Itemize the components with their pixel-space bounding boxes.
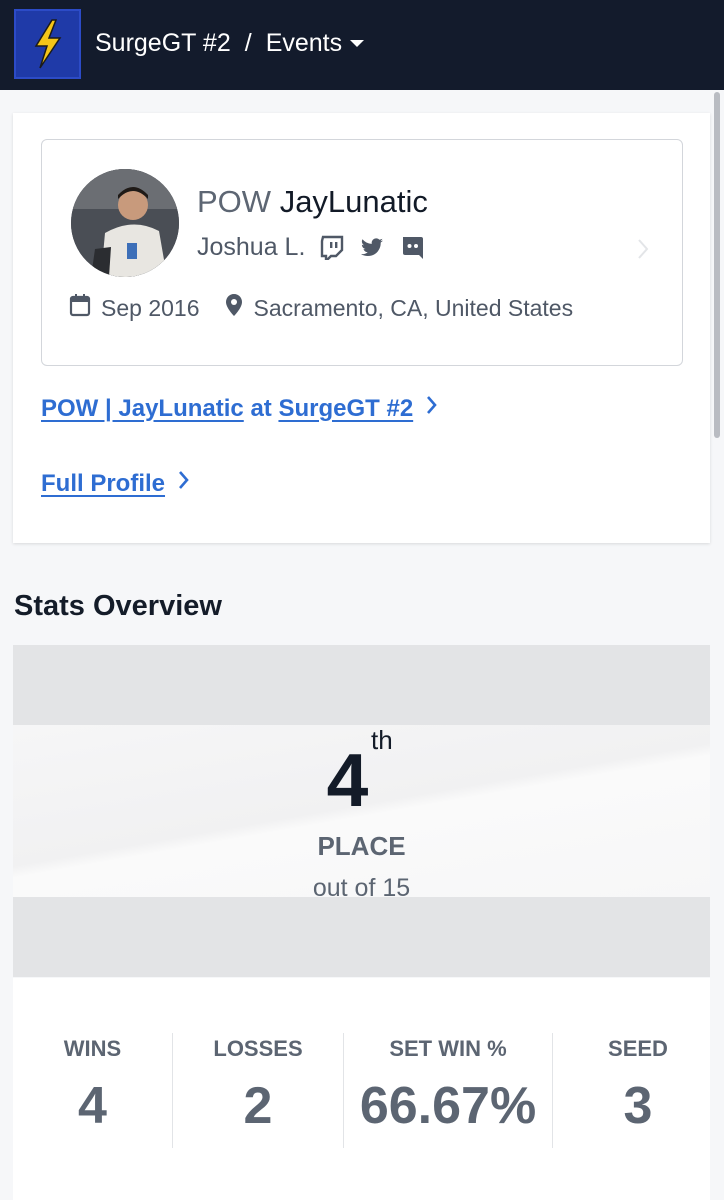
- page-scrollbar[interactable]: [714, 92, 720, 438]
- stats-title: Stats Overview: [14, 590, 222, 622]
- placement-card: 4 th PLACE out of 15: [13, 645, 710, 977]
- chevron-right-icon: [425, 394, 439, 423]
- entrant-event-link[interactable]: SurgeGT #2: [278, 395, 413, 422]
- profile-panel: POW JayLunatic Joshua L. Sep 2016 Sacram…: [13, 113, 710, 543]
- twitter-icon[interactable]: [359, 235, 385, 259]
- breadcrumb-separator: /: [244, 28, 252, 57]
- full-profile-label[interactable]: Full Profile: [41, 470, 165, 498]
- stat-value: 66.67%: [359, 1077, 537, 1135]
- event-logo[interactable]: [14, 9, 81, 79]
- placement-label: PLACE: [317, 831, 406, 861]
- discord-icon[interactable]: [399, 234, 425, 260]
- stat-losses: LOSSES 2: [173, 978, 343, 1200]
- stat-wins: WINS 4: [13, 978, 172, 1200]
- lightning-bolt-icon: [34, 19, 61, 69]
- stat-seed: SEED 3: [553, 978, 723, 1200]
- calendar-icon: [69, 293, 91, 323]
- realname-row: Joshua L.: [197, 231, 425, 263]
- player-meta: Sep 2016 Sacramento, CA, United States: [69, 292, 573, 324]
- real-name: Joshua L.: [197, 232, 306, 261]
- stat-label: LOSSES: [213, 1036, 303, 1061]
- stat-label: SEED: [608, 1036, 668, 1061]
- full-profile-link[interactable]: Full Profile: [41, 469, 191, 498]
- entrant-at: at: [250, 394, 272, 422]
- entrant-name-link[interactable]: POW | JayLunatic: [41, 395, 244, 422]
- entrant-link[interactable]: POW | JayLunatic at SurgeGT #2: [41, 394, 439, 423]
- joined-date: Sep 2016: [101, 294, 200, 321]
- stats-row: WINS 4 LOSSES 2 SET WIN % 66.67% SEED 3: [13, 978, 710, 1200]
- placement-value: 4: [326, 738, 369, 822]
- caret-down-icon: [344, 33, 370, 53]
- breadcrumb: SurgeGT #2 / Events: [95, 26, 370, 60]
- avatar: [71, 169, 179, 277]
- location-pin-icon: [225, 293, 243, 323]
- top-bar: SurgeGT #2 / Events: [0, 0, 724, 90]
- player-card[interactable]: POW JayLunatic Joshua L. Sep 2016 Sacram…: [41, 139, 683, 366]
- breadcrumb-section-dropdown[interactable]: Events: [266, 29, 370, 58]
- stat-set-win-pct: SET WIN % 66.67%: [344, 978, 552, 1200]
- breadcrumb-event[interactable]: SurgeGT #2: [95, 29, 231, 58]
- stat-value: 3: [623, 1077, 653, 1135]
- stat-value: 2: [243, 1077, 273, 1135]
- sponsor-prefix: POW: [197, 184, 272, 219]
- location: Sacramento, CA, United States: [253, 294, 574, 321]
- player-name: POW JayLunatic: [197, 184, 428, 220]
- chevron-right-icon: [636, 237, 650, 266]
- placement-number: 4: [13, 737, 710, 823]
- stat-label: WINS: [63, 1036, 122, 1061]
- breadcrumb-section-label: Events: [265, 28, 343, 57]
- chevron-right-icon: [177, 469, 191, 498]
- stat-label: SET WIN %: [389, 1036, 507, 1061]
- placement-suffix: th: [371, 725, 393, 755]
- placement-out-of: out of 15: [312, 874, 411, 902]
- gamertag: JayLunatic: [279, 184, 428, 219]
- twitch-icon[interactable]: [319, 234, 345, 260]
- stat-value: 4: [78, 1077, 107, 1135]
